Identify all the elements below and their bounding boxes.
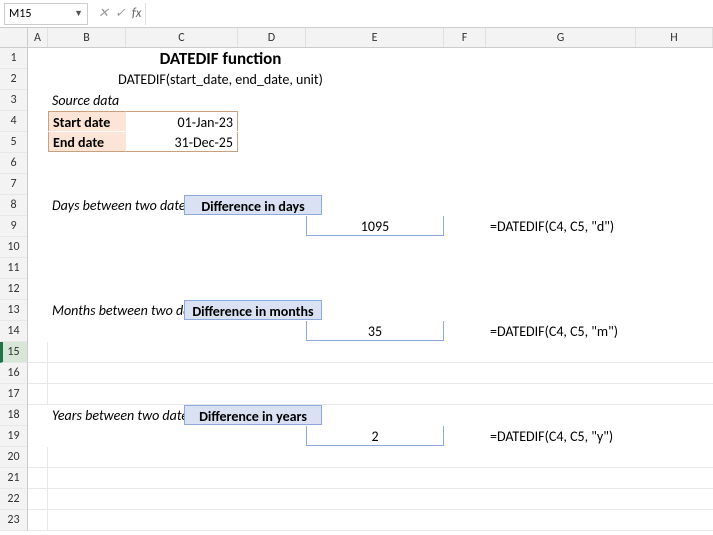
row-header[interactable]: 12 <box>0 279 27 300</box>
cell[interactable] <box>28 300 48 320</box>
cell[interactable] <box>28 195 48 215</box>
row-header[interactable]: 11 <box>0 258 27 279</box>
cell[interactable] <box>48 321 126 341</box>
col-header[interactable]: A <box>28 28 48 47</box>
cell[interactable] <box>28 363 48 383</box>
cancel-icon[interactable]: ✕ <box>98 6 109 21</box>
cell[interactable] <box>48 216 126 236</box>
spreadsheet-grid: A B C D E F G H 1 2 3 4 5 6 7 8 9 10 11 … <box>0 28 713 531</box>
select-all-corner[interactable] <box>0 28 28 47</box>
start-date-label[interactable]: Start date <box>48 111 126 131</box>
row-header[interactable]: 15 <box>0 342 27 363</box>
col-header[interactable]: G <box>486 28 636 47</box>
row-header[interactable]: 19 <box>0 426 27 447</box>
cell[interactable] <box>28 405 48 425</box>
row-header[interactable]: 3 <box>0 90 27 111</box>
formula-input[interactable] <box>152 3 713 25</box>
cells-area[interactable]: DATEDIF function DATEDIF(start_date, end… <box>28 48 713 531</box>
row-header[interactable]: 21 <box>0 468 27 489</box>
row-header[interactable]: 17 <box>0 384 27 405</box>
cell[interactable] <box>238 426 306 446</box>
accept-icon[interactable]: ✓ <box>115 6 126 21</box>
cell[interactable] <box>116 405 184 425</box>
fx-icon[interactable]: fx <box>132 6 142 21</box>
diff-months-header[interactable]: Difference in months <box>184 300 322 320</box>
col-header[interactable]: F <box>444 28 486 47</box>
cell[interactable] <box>28 510 48 530</box>
col-header[interactable]: D <box>238 28 306 47</box>
col-header[interactable]: B <box>48 28 126 47</box>
cell[interactable] <box>28 90 48 110</box>
row-header[interactable]: 4 <box>0 111 27 132</box>
cell[interactable] <box>116 195 184 215</box>
cell[interactable] <box>28 132 48 152</box>
end-date-value[interactable]: 31-Dec-25 <box>126 132 238 152</box>
name-box-value: M15 <box>9 7 31 21</box>
cell[interactable] <box>28 342 48 362</box>
col-header[interactable]: E <box>306 28 444 47</box>
row-header[interactable]: 23 <box>0 510 27 531</box>
cell[interactable] <box>126 216 238 236</box>
row-header[interactable]: 10 <box>0 237 27 258</box>
row-header[interactable]: 16 <box>0 363 27 384</box>
formula-months[interactable]: =DATEDIF(C4, C5, "m") <box>486 321 636 341</box>
page-subtitle[interactable]: DATEDIF(start_date, end_date, unit) <box>48 69 394 89</box>
start-date-value[interactable]: 01-Jan-23 <box>126 111 238 131</box>
diff-years-header[interactable]: Difference in years <box>184 405 322 425</box>
formula-bar-buttons: ✕ ✓ fx <box>94 3 146 25</box>
diff-days-value[interactable]: 1095 <box>306 216 444 236</box>
cell[interactable] <box>28 321 48 341</box>
cell[interactable] <box>126 300 184 320</box>
row-header[interactable]: 7 <box>0 174 27 195</box>
diff-days-header[interactable]: Difference in days <box>184 195 322 215</box>
cell[interactable] <box>444 321 486 341</box>
formula-years[interactable]: =DATEDIF(C4, C5, "y") <box>486 426 636 446</box>
name-box[interactable]: M15 ▼ <box>4 3 88 25</box>
row-header[interactable]: 5 <box>0 132 27 153</box>
cell[interactable] <box>444 426 486 446</box>
diff-years-value[interactable]: 2 <box>306 426 444 446</box>
cell[interactable] <box>126 426 238 446</box>
cell[interactable] <box>28 69 48 89</box>
row-header[interactable]: 8 <box>0 195 27 216</box>
row-header[interactable]: 20 <box>0 447 27 468</box>
cell[interactable] <box>28 468 48 488</box>
col-header[interactable]: H <box>636 28 713 47</box>
end-date-label[interactable]: End date <box>48 132 126 152</box>
formula-bar: M15 ▼ ✕ ✓ fx <box>0 0 713 28</box>
row-header[interactable]: 6 <box>0 153 27 174</box>
cell[interactable] <box>126 321 238 341</box>
row-header[interactable]: 9 <box>0 216 27 237</box>
row-header[interactable]: 18 <box>0 405 27 426</box>
cell[interactable] <box>28 384 48 404</box>
cell[interactable] <box>48 426 126 446</box>
row-header[interactable]: 1 <box>0 48 27 69</box>
chevron-down-icon[interactable]: ▼ <box>74 8 83 19</box>
cell[interactable] <box>28 426 48 446</box>
cell[interactable] <box>28 489 48 509</box>
row-header[interactable]: 2 <box>0 69 27 90</box>
cell[interactable] <box>28 447 48 467</box>
row-header[interactable]: 22 <box>0 489 27 510</box>
cell[interactable] <box>28 48 48 68</box>
page-title[interactable]: DATEDIF function <box>48 48 394 68</box>
cell[interactable] <box>28 216 48 236</box>
cell[interactable] <box>444 216 486 236</box>
col-header[interactable]: C <box>126 28 238 47</box>
row-header[interactable]: 13 <box>0 300 27 321</box>
cell[interactable] <box>238 321 306 341</box>
row-header[interactable]: 14 <box>0 321 27 342</box>
cell[interactable] <box>238 216 306 236</box>
diff-months-value[interactable]: 35 <box>306 321 444 341</box>
column-header-row: A B C D E F G H <box>0 28 713 48</box>
formula-days[interactable]: =DATEDIF(C4, C5, "d") <box>486 216 636 236</box>
cell[interactable] <box>28 111 48 131</box>
row-numbers: 1 2 3 4 5 6 7 8 9 10 11 12 13 14 15 16 1… <box>0 48 28 531</box>
source-data-label[interactable]: Source data <box>48 90 126 110</box>
